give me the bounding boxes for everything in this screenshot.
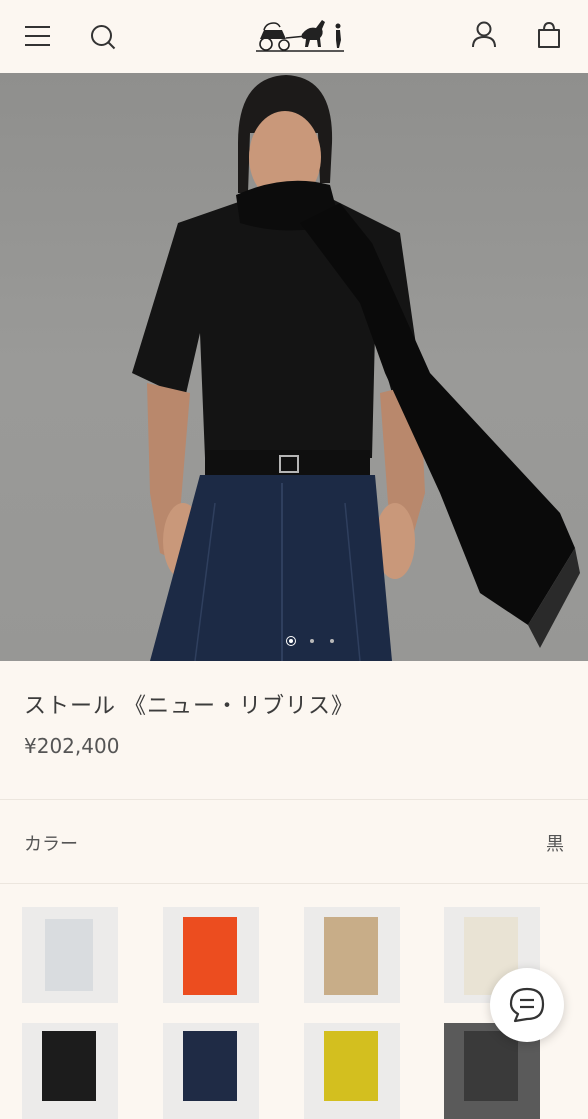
color-label: カラー [24, 834, 78, 855]
model-illustration [132, 75, 580, 661]
header-bar [0, 0, 588, 73]
carousel-dot[interactable] [330, 639, 334, 643]
color-swatch-yellow[interactable] [304, 1023, 400, 1119]
chat-bubble-icon [507, 985, 547, 1025]
selected-color-value[interactable]: 黒 [546, 830, 564, 856]
divider [0, 799, 588, 800]
carousel-dot-active[interactable] [286, 636, 296, 646]
hamburger-menu-icon[interactable] [24, 24, 52, 50]
horse-carriage-logo[interactable] [254, 12, 346, 54]
divider [0, 883, 588, 884]
color-swatch-camel[interactable] [304, 907, 400, 1003]
chat-button[interactable] [490, 968, 564, 1042]
carousel-dot[interactable] [310, 639, 314, 643]
color-swatch-navy[interactable] [163, 1023, 259, 1119]
color-swatch-black[interactable] [22, 1023, 118, 1119]
product-hero-image[interactable] [0, 73, 588, 661]
search-icon[interactable] [89, 23, 117, 51]
color-swatch-orange[interactable] [163, 907, 259, 1003]
product-title: ストール 《ニュー・リブリス》 [24, 694, 354, 719]
product-price: ¥202,400 [24, 734, 120, 758]
person-icon[interactable] [471, 21, 497, 49]
shopping-bag-icon[interactable] [536, 21, 562, 49]
color-swatch-light-gray[interactable] [22, 907, 118, 1003]
